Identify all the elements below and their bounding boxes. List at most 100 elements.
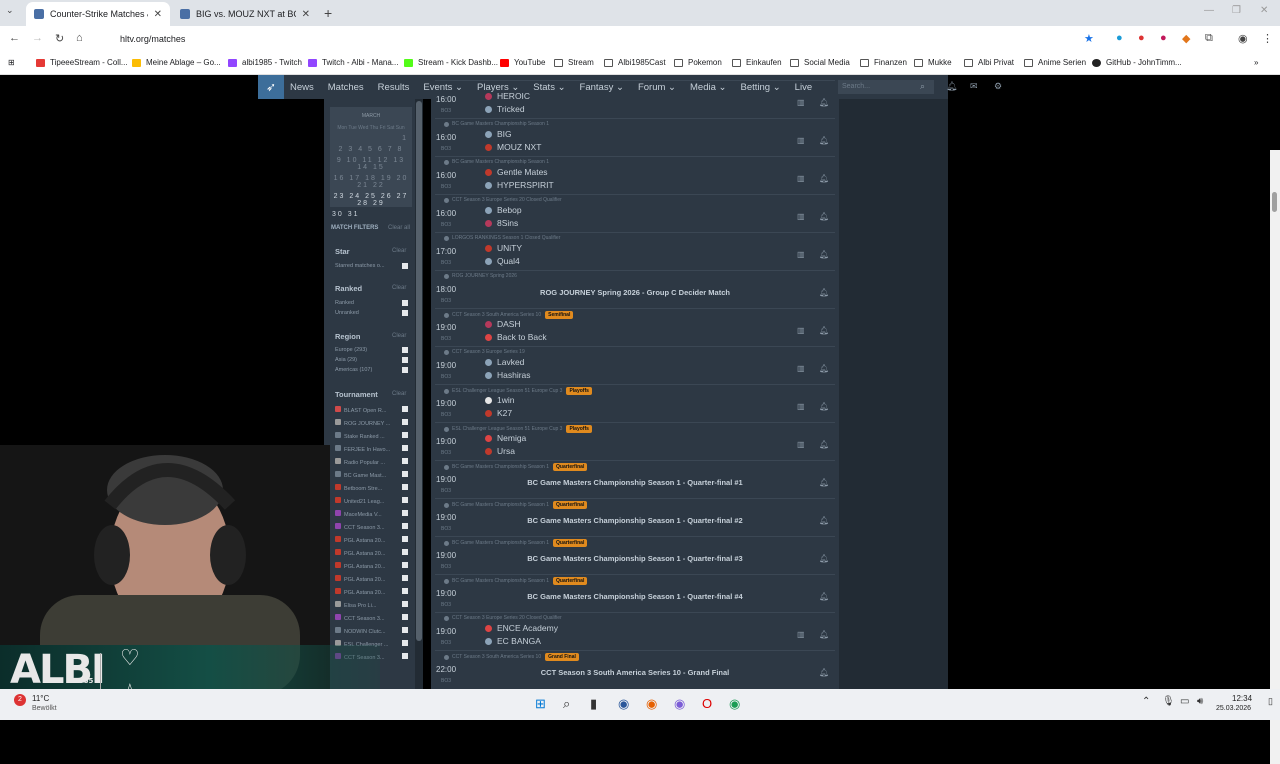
scrollbar-thumb[interactable] [416,101,422,641]
bookmark-item[interactable]: Twitch - Albi - Mana... [308,58,398,67]
close-icon[interactable]: ✕ [154,9,162,20]
bookmark-item[interactable]: YouTube [500,58,545,67]
bookmark-item[interactable]: TipeeeStream - Coll... [36,58,128,67]
team-2[interactable]: Tricked [485,104,525,114]
match-row[interactable]: CCT Season 3 South America Series 10 Semi… [431,308,839,346]
checkbox[interactable] [402,357,408,363]
calendar-row[interactable]: 16 17 18 19 20 21 22 [330,175,412,189]
start-icon[interactable]: ⊞ [535,696,546,712]
match-event[interactable]: CCT Season 3 Europe Series 20 Closed Qua… [444,197,562,203]
match-row[interactable]: CCT Season 3 South America Series 10 Gran… [431,650,839,688]
checkbox[interactable] [402,653,408,659]
notification-bell-icon[interactable]: 🔔︎ [819,326,829,335]
checkbox[interactable] [402,523,408,529]
notification-bell-icon[interactable]: 🔔︎ [819,554,829,563]
match-stats-icon[interactable]: ▥ [797,136,805,145]
match-event[interactable]: CCT Season 3 Europe Series 20 Closed Qua… [444,615,562,621]
checkbox[interactable] [402,640,408,646]
team-1[interactable]: HEROIC [485,91,530,101]
match-event[interactable]: BC Game Masters Championship Season 1 Qua… [444,463,588,471]
nav-news[interactable]: News [290,82,314,93]
match-row[interactable]: BC Game Masters Championship Season 1 16:… [431,156,839,194]
match-title[interactable]: BC Game Masters Championship Season 1 - … [431,478,839,487]
scrollbar-thumb[interactable] [1272,192,1277,212]
team-1[interactable]: Bebop [485,205,522,215]
match-row[interactable]: BC Game Masters Championship Season 1 Qua… [431,536,839,574]
match-event[interactable]: CCT Season 3 South America Series 10 Gran… [444,653,579,661]
bookmark-folder[interactable]: Einkaufen [732,58,782,67]
tab-search-icon[interactable]: ⌄ [6,5,14,16]
bookmark-folder[interactable]: Anime Serien [1024,58,1086,67]
notification-bell-icon[interactable]: 🔔︎ [819,668,829,677]
minimize-icon[interactable]: — [1204,5,1214,16]
match-event[interactable]: ROG JOURNEY Spring 2026 [444,273,517,279]
match-event[interactable]: CCT Season 3 South America Series 10 Semi… [444,311,574,319]
checkbox[interactable] [402,627,408,633]
hltv-logo-icon[interactable]: ➶ [258,75,284,99]
apps-icon[interactable]: ⊞ [8,58,15,67]
team-2[interactable]: Ursa [485,446,515,456]
task-view-icon[interactable]: ▮ [590,696,597,712]
checkbox[interactable] [402,347,408,353]
bookmark-folder[interactable]: Stream [554,58,594,67]
page-scrollbar[interactable] [1270,150,1280,764]
match-row[interactable]: BC Game Masters Championship Season 1 Qua… [431,460,839,498]
bookmark-star-icon[interactable]: ★ [1084,32,1094,45]
checkbox[interactable] [402,419,408,425]
match-event[interactable]: BC Game Masters Championship Season 1 Qua… [444,577,588,585]
extension-icon[interactable]: ● [1160,32,1167,44]
clear-link[interactable]: Clear [392,333,406,339]
match-title[interactable]: BC Game Masters Championship Season 1 - … [431,592,839,601]
notification-bell-icon[interactable]: 🔔︎ [819,516,829,525]
match-stats-icon[interactable]: ▥ [797,364,805,373]
notification-bell-icon[interactable]: 🔔︎ [946,81,957,92]
checkbox[interactable] [402,263,408,269]
match-title[interactable]: BC Game Masters Championship Season 1 - … [431,516,839,525]
firefox-icon[interactable]: ◉ [646,696,657,712]
bookmark-item[interactable]: GitHub - JohnTimm... [1092,58,1182,67]
checkbox[interactable] [402,300,408,306]
notification-bell-icon[interactable]: 🔔︎ [819,364,829,373]
tray-overflow-icon[interactable]: ⌃ [1142,696,1150,707]
checkbox[interactable] [402,562,408,568]
notification-bell-icon[interactable]: 🔔︎ [819,440,829,449]
checkbox[interactable] [402,484,408,490]
match-stats-icon[interactable]: ▥ [797,326,805,335]
weather-desc[interactable]: Bewölkt [32,705,57,712]
checkbox[interactable] [402,458,408,464]
mail-icon[interactable]: ✉ [970,81,978,92]
search-icon[interactable]: ⌕ [920,81,925,92]
clock-time[interactable]: 12:34 [1232,694,1252,703]
bookmarks-overflow-icon[interactable]: » [1254,58,1258,67]
match-row[interactable]: BC Game Masters Championship Season 1 Qua… [431,498,839,536]
match-title[interactable]: CCT Season 3 South America Series 10 - G… [431,668,839,677]
match-row[interactable]: LORGOS RANKINGS Season 1 Closed Qualifie… [431,232,839,270]
search-icon[interactable]: ⌕ [563,696,570,712]
checkbox[interactable] [402,445,408,451]
sidebar-scrollbar[interactable] [415,99,423,689]
match-row[interactable]: BC Game Masters Championship Season 1 Qua… [431,574,839,612]
match-stats-icon[interactable]: ▥ [797,630,805,639]
checkbox[interactable] [402,614,408,620]
checkbox[interactable] [402,497,408,503]
match-event[interactable]: BC Game Masters Championship Season 1 [444,159,549,165]
team-1[interactable]: Gentle Mates [485,167,548,177]
notification-bell-icon[interactable]: 🔔︎ [819,98,829,107]
bookmark-folder[interactable]: Albi Privat [964,58,1014,67]
bookmark-folder[interactable]: Finanzen [860,58,907,67]
bookmark-item[interactable]: Stream - Kick Dashb... [404,58,498,67]
calendar-row[interactable]: 23 24 25 26 27 28 29 [330,193,412,207]
match-event[interactable]: LORGOS RANKINGS Season 1 Closed Qualifie… [444,235,560,241]
clear-all-link[interactable]: Clear all [388,225,410,231]
team-2[interactable]: Qual4 [485,256,520,266]
window-close-icon[interactable]: ✕ [1260,5,1268,16]
checkbox[interactable] [402,601,408,607]
settings-gear-icon[interactable]: ⚙ [994,81,1002,92]
bookmark-folder[interactable]: Mukke [914,58,952,67]
notification-bell-icon[interactable]: 🔔︎ [819,250,829,259]
match-event[interactable]: ESL Challenger League Season 51 Europe C… [444,387,592,395]
match-row[interactable]: CCT Season 3 Europe Series 19 19:00 BO3 Lav… [431,346,839,384]
notification-bell-icon[interactable]: 🔔︎ [819,592,829,601]
match-stats-icon[interactable]: ▥ [797,250,805,259]
checkbox[interactable] [402,310,408,316]
